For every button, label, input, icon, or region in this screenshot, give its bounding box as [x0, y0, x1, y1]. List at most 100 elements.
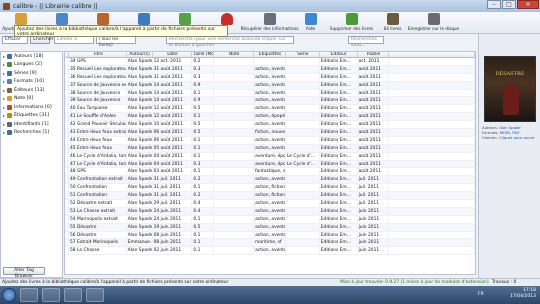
category-icon: [7, 87, 12, 93]
minimize-button[interactable]: –: [487, 0, 501, 9]
table-row[interactable]: 51 Confrontation Alan Spade 31 juil. 2011 0…: [65, 192, 475, 201]
tag-category[interactable]: ▸ Identifiants [1]: [1, 120, 62, 129]
cell-size: 0.1: [192, 152, 215, 160]
column-header[interactable]: Éditeur: [320, 52, 358, 57]
cell-author: Alan Spade: [127, 136, 153, 144]
column-header[interactable]: Étiquettes: [254, 52, 286, 57]
saved-searches[interactable]: Recherches sauv...: [348, 35, 384, 48]
path-link[interactable]: Cliquer pour ouvrir: [499, 135, 535, 140]
cell-published: juin 2011: [358, 207, 390, 215]
title-text: Eau Turquoise: [76, 106, 108, 112]
table-row[interactable]: 58 La Chasse Alan Spade 02 juin 2011 0.1 act…: [65, 247, 475, 256]
cell-rating: [214, 129, 255, 136]
table-row[interactable]: 44 Entre deux feux Alan Spade 06 août 2011…: [65, 136, 475, 145]
language-indicator[interactable]: FR: [478, 292, 484, 297]
cell-published: juin 2011: [358, 215, 390, 223]
system-clock[interactable]: 17:18 17/04/2013: [510, 288, 536, 300]
table-row[interactable]: 42 Grand Pouvoir Séculaire Alan Spade 10 a…: [65, 121, 475, 130]
table-row[interactable]: 34 GPS Alan Spade 12 oct. 2011 0.2 Editions …: [65, 58, 475, 66]
table-row[interactable]: 41 Le Souffle d'Aoles Alan Spade 12 août 2…: [65, 113, 475, 122]
tag-category[interactable]: ▸ Informations [0]: [1, 103, 62, 112]
table-row[interactable]: 52 Désastre extrait Alan Spade 29 juil. 20…: [65, 200, 475, 208]
column-header[interactable]: Auteur(s): [127, 52, 153, 57]
cell-size: 0.1: [192, 215, 215, 223]
jobs-indicator[interactable]: Travaux : 0: [492, 279, 516, 286]
table-row[interactable]: 46 Le Cycle d'Ardalia, tome 2 : Eau Turq…: [65, 152, 475, 161]
windows-taskbar: FR 17:18 17/04/2013: [0, 286, 540, 304]
cell-published: août 2011: [358, 136, 390, 144]
table-row[interactable]: 37 Source de Jouvence extraitAlan Spade1…: [65, 81, 475, 90]
cell-tags: action, aventu...: [254, 81, 286, 89]
title-text: Entre deux feux: [76, 137, 112, 143]
cell-published: juil. 2011: [358, 176, 390, 184]
table-row[interactable]: 49 Confrontation extrait Alan Spade 31 jui…: [65, 176, 475, 185]
taskbar-app-calibre[interactable]: [64, 288, 82, 302]
window-controls: – □ ✕: [486, 0, 539, 10]
table-row[interactable]: 50 Confrontation Alan Spade 31 juil. 2011 0…: [65, 184, 475, 193]
taskbar-app-other[interactable]: [86, 288, 104, 302]
column-header[interactable]: Taille (Mo): [192, 52, 215, 57]
cell-publisher: Editions Em...: [320, 113, 358, 121]
category-label: Note [0]: [14, 96, 34, 102]
category-icon: [7, 130, 12, 136]
maximize-button[interactable]: □: [502, 0, 516, 9]
cell-size: 0.3: [192, 73, 215, 81]
table-row[interactable]: 55 Désastre Alan Spade 19 juin 2011 0.5 acti…: [65, 223, 475, 232]
cell-published: août 2011: [358, 113, 390, 121]
table-row[interactable]: 56 Désastre Alan Spade 08 juin 2011 0.1 acti…: [65, 231, 475, 240]
cell-published: août 2011: [358, 129, 390, 136]
table-row[interactable]: 57 Extrait Marinopolis Emmanue... 08 juin …: [65, 239, 475, 248]
cell-series: [286, 65, 320, 73]
cell-title: 54 Marinopolis extrait: [69, 215, 127, 223]
alter-tag-browser-button[interactable]: Alter Tag Browser: [3, 267, 45, 279]
toolbar-button-library[interactable]: 64 livres: [372, 12, 413, 34]
book-table: Titre Auteur(s) Date Taille (Mo) Note Étiquet…: [64, 51, 476, 275]
update-notice[interactable]: Mise à jour trouvée: 0.9.27 (1 mises à j…: [340, 279, 489, 286]
title-text: Extrait Marinopolis: [76, 240, 119, 246]
toolbar-button-save[interactable]: Enregistrer sur le disque: [408, 12, 459, 34]
taskbar-app-browser[interactable]: [42, 288, 60, 302]
tag-category[interactable]: ▸ Étiquettes [31]: [1, 112, 62, 121]
cell-date: 08 juin 2011: [153, 231, 193, 239]
title-text: Entre deux feux extrait: [76, 130, 127, 136]
table-row[interactable]: 53 La Chasse extrait Alan Spade 24 juin 20…: [65, 207, 475, 216]
column-header[interactable]: Série: [286, 52, 320, 57]
table-row[interactable]: 54 Marinopolis extrait Alan Spade 24 juin …: [65, 215, 475, 224]
book-cover[interactable]: DÉSASTRE: [484, 56, 536, 122]
column-header[interactable]: Publié: [358, 52, 390, 57]
taskbar-app-explorer[interactable]: [20, 288, 38, 302]
tag-category[interactable]: ▸ Séries [9]: [1, 69, 62, 78]
close-button[interactable]: ✕: [517, 0, 539, 9]
cell-author: Alan Spade: [127, 81, 153, 89]
tag-category[interactable]: ▸ Langues [2]: [1, 61, 62, 70]
title-text: Source de Jouvence extrait: [76, 82, 127, 88]
table-row[interactable]: 45 Entre deux feux Alan Spade 05 août 2011…: [65, 144, 475, 153]
column-header[interactable]: Titre: [69, 52, 127, 57]
table-row[interactable]: 40 Eau Turquoise Alan Spade 12 août 2011 0.…: [65, 105, 475, 114]
toolbar-button-news[interactable]: Récupérer des informations: [241, 12, 298, 34]
table-row[interactable]: 43 Entre deux feux extrait Alan Spade 06 a…: [65, 129, 475, 137]
cell-author: Alan Spade: [127, 58, 153, 65]
column-header[interactable]: Note: [214, 52, 255, 57]
toolbar-label: Enregistrer sur le disque: [407, 26, 460, 31]
table-row[interactable]: 36 Recueil Les explorateurs Alan Spade 31 …: [65, 73, 475, 82]
tag-category[interactable]: ▸ Note [0]: [1, 95, 62, 104]
table-row[interactable]: 39 Source de Jouvence Alan Spade 14 août 2…: [65, 97, 475, 106]
tag-category[interactable]: ▸ Formats [10]: [1, 78, 62, 87]
tag-category[interactable]: ▸ Auteurs [18]: [1, 52, 62, 61]
cell-series: [286, 105, 320, 113]
cell-size: 0.1: [192, 136, 215, 144]
table-row[interactable]: 48 GPS Alan Spade 03 août 2011 0.1 fantastiq…: [65, 168, 475, 177]
table-row[interactable]: 47 Le Cycle d'Ardalia, tome 1 : Le Souff…: [65, 160, 475, 169]
toolbar-button-remove[interactable]: Supprimer des livres: [330, 12, 373, 34]
cell-author: Alan Spade: [127, 113, 153, 121]
toolbar-button-help[interactable]: Aide: [290, 12, 331, 34]
column-header[interactable]: [389, 52, 475, 57]
cell-tags: action, aventu...: [254, 215, 286, 223]
tag-category[interactable]: ▸ Éditeurs [13]: [1, 86, 62, 95]
tag-category[interactable]: ▸ Recherches [1]: [1, 129, 62, 138]
column-header[interactable]: Date: [153, 52, 193, 57]
table-row[interactable]: 38 Source de Jouvence Alan Spade 14 août 2…: [65, 89, 475, 98]
table-row[interactable]: 35 Recueil Les explorateurs Alan Spade 31 …: [65, 65, 475, 74]
start-button[interactable]: [2, 288, 16, 302]
